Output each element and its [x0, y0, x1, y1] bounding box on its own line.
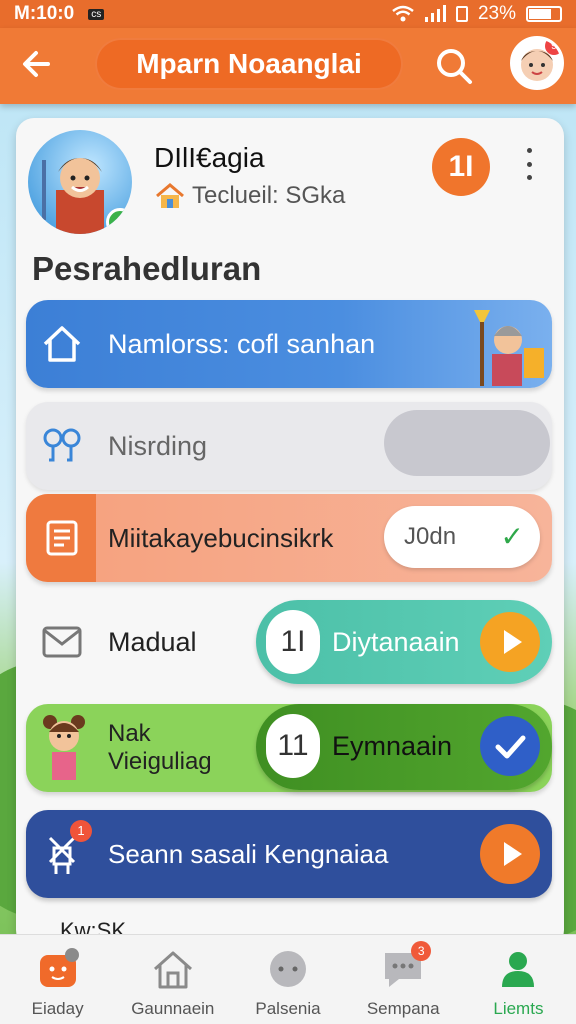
- kid-pill-label: Eymnaain: [332, 730, 453, 761]
- menu-row-home-label: Namlorss: cofl sanhan: [108, 328, 376, 359]
- nav-label: Liemts: [493, 999, 544, 1018]
- kid-label-line2: Vieiguliag: [108, 748, 212, 775]
- signal-icon: [424, 5, 446, 22]
- check-icon: ✓: [500, 521, 524, 552]
- tasks-chip-label: J0dn: [404, 523, 457, 550]
- search-button[interactable]: [432, 44, 476, 88]
- arrow-left-icon: [23, 51, 50, 77]
- mail-pill-label: Diytanaain: [332, 626, 460, 657]
- house-icon: [153, 951, 192, 989]
- sim-card-icon: [455, 6, 468, 22]
- menu-row-mail[interactable]: Madual 1I Diytanaain: [26, 598, 552, 686]
- user-avatar[interactable]: 9: [510, 36, 564, 90]
- menu-row-tasks[interactable]: Miitakayebucinsikrk J0dn ✓: [26, 494, 552, 582]
- earbuds-icon: [43, 428, 81, 462]
- kid-label-line1: Nak: [108, 720, 151, 747]
- kid-count: 11: [266, 714, 320, 778]
- menu-row-search-label: Seann sasali Kengnaiaa: [108, 838, 389, 869]
- status-time: M:10:0: [14, 3, 75, 24]
- home-robot-icon: [39, 948, 79, 987]
- face-icon: [270, 951, 306, 987]
- person-icon: [502, 952, 535, 987]
- page-title: Mparn Noaanglai: [95, 38, 403, 90]
- nav-item-sempana[interactable]: 3 Sempana: [346, 935, 461, 1024]
- play-button[interactable]: [480, 824, 540, 884]
- search-icon: [437, 49, 472, 84]
- menu-row-mail-label: Madual: [108, 626, 197, 657]
- listening-toggle[interactable]: [384, 410, 550, 476]
- back-button[interactable]: [18, 44, 58, 84]
- nav-item-eiaday[interactable]: Eiaday: [0, 935, 115, 1024]
- battery-percent: 23%: [477, 3, 516, 24]
- grandma-character-icon: [474, 310, 544, 386]
- bottom-nav: Eiaday Gaunnaein Palsenia 3 Sempana Liem…: [0, 934, 576, 1024]
- confirm-button[interactable]: [480, 716, 540, 776]
- nav-label: Eiaday: [31, 999, 84, 1018]
- menu-row-listening[interactable]: Nisrding: [26, 402, 552, 490]
- play-icon: [504, 842, 522, 866]
- kid-action-pill[interactable]: 11 Eymnaain: [256, 704, 552, 790]
- menu-row-kid-label: Nak Vieiguliag: [108, 704, 212, 792]
- menu-row-listening-label: Nisrding: [108, 430, 208, 461]
- house-icon: [156, 183, 184, 208]
- verified-check-icon: ✓: [106, 208, 132, 234]
- sim-icon: cs: [88, 8, 105, 20]
- menu-row-search[interactable]: 1 Seann sasali Kengnaiaa: [26, 810, 552, 898]
- menu-row-tasks-label: Miitakayebucinsikrk: [108, 522, 334, 553]
- menu-row-kid[interactable]: Nak Vieiguliag 11 Eymnaain: [26, 704, 552, 792]
- profile-name: DIlI€agia: [154, 142, 265, 173]
- profile-subtitle-text: Teclueil: SGka: [192, 182, 346, 209]
- mail-count: 1I: [266, 610, 320, 674]
- check-icon: [495, 735, 526, 759]
- more-menu-icon[interactable]: [520, 144, 538, 184]
- app-header: Mparn Noaanglai 9: [0, 28, 576, 104]
- wifi-icon: [392, 5, 414, 22]
- section-title: Pesrahedluran: [32, 250, 262, 287]
- play-icon: [504, 630, 522, 654]
- profile-avatar[interactable]: ✓: [28, 130, 132, 234]
- search-row-badge: 1: [70, 820, 92, 842]
- status-bar: M:10:0 cs 23%: [0, 0, 576, 28]
- play-button[interactable]: [480, 612, 540, 672]
- menu-row-home[interactable]: Namlorss: cofl sanhan: [26, 300, 552, 388]
- home-icon: [43, 326, 81, 362]
- battery-icon: [526, 6, 562, 22]
- mail-icon: [42, 626, 82, 658]
- girl-character-icon: [43, 715, 85, 780]
- nav-label: Sempana: [366, 999, 440, 1018]
- nav-label: Gaunnaein: [131, 999, 215, 1018]
- main-card: ✓ DIlI€agia Teclueil: SGka 1I Pesrahedlu…: [16, 118, 564, 948]
- notification-badge: 9: [545, 39, 561, 55]
- mail-action-pill[interactable]: 1I Diytanaain: [256, 600, 552, 684]
- document-list-icon: [46, 520, 78, 556]
- nav-item-liemts[interactable]: Liemts: [461, 935, 576, 1024]
- nav-item-palsenia[interactable]: Palsenia: [230, 935, 345, 1024]
- nav-item-gaunnaein[interactable]: Gaunnaein: [115, 935, 230, 1024]
- nav-label: Palsenia: [255, 999, 321, 1018]
- tasks-status-chip[interactable]: J0dn ✓: [384, 506, 540, 568]
- profile-action-button[interactable]: 1I: [432, 138, 490, 196]
- profile-subtitle: Teclueil: SGka: [154, 182, 345, 210]
- chat-badge: 3: [411, 941, 432, 961]
